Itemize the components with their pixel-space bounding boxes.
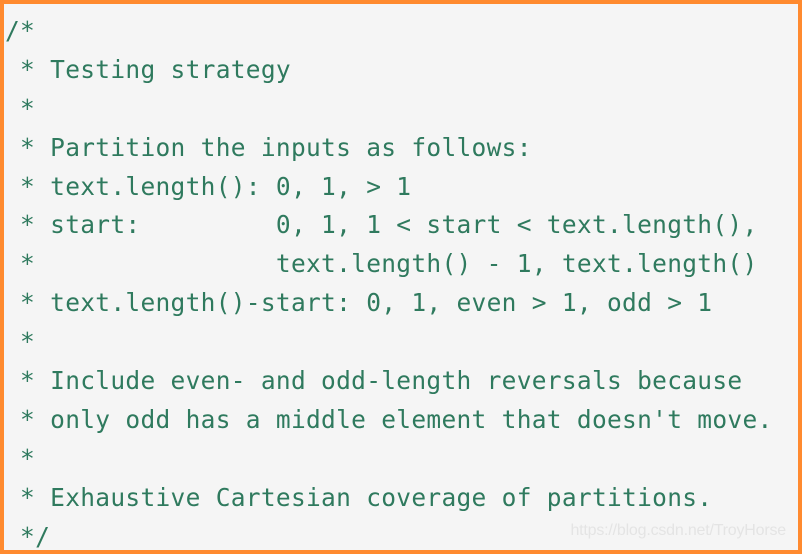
code-line: * — [5, 443, 36, 473]
code-line: /* — [5, 16, 36, 45]
code-line: * only odd has a middle element that doe… — [5, 404, 773, 434]
code-line: * text.length() - 1, text.length() — [5, 249, 758, 279]
code-line: * text.length(): 0, 1, > 1 — [5, 171, 412, 201]
code-line: * Exhaustive Cartesian coverage of parti… — [5, 482, 713, 512]
code-line: * — [5, 327, 36, 357]
code-line: * Include even- and odd-length reversals… — [5, 366, 743, 396]
code-line: * text.length()-start: 0, 1, even > 1, o… — [5, 288, 713, 318]
code-block: /* * Testing strategy * * Partition the … — [5, 12, 773, 550]
code-line: * start: 0, 1, 1 < start < text.length()… — [5, 210, 758, 240]
code-line: * Partition the inputs as follows: — [5, 132, 532, 162]
watermark: https://blog.csdn.net/TroyHorse — [570, 522, 786, 539]
code-frame: /* * Testing strategy * * Partition the … — [4, 4, 798, 550]
code-line: * — [5, 93, 36, 123]
code-line: * Testing strategy — [5, 54, 291, 84]
